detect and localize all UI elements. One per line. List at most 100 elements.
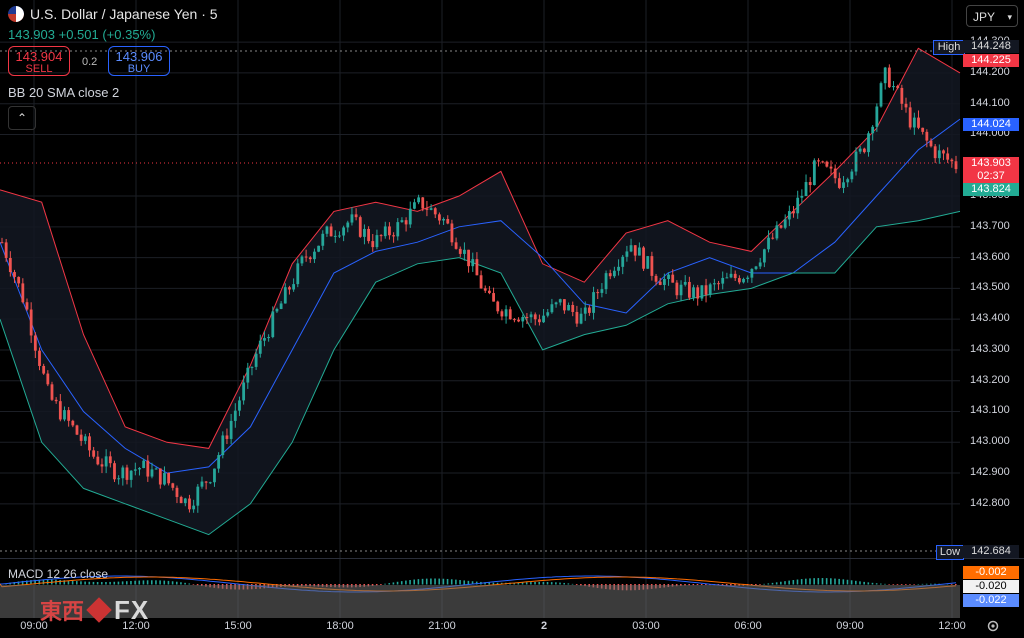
macd-histogram-bar	[388, 583, 391, 585]
candle-body	[617, 266, 620, 271]
indicator-legend[interactable]: BB 20 SMA close 2	[8, 85, 119, 100]
candle-body	[258, 340, 262, 354]
macd-histogram-bar	[534, 581, 536, 585]
macd-histogram-bar	[955, 584, 957, 585]
candle-body	[475, 259, 479, 276]
time-tick-label: 12:00	[122, 620, 150, 632]
macd-histogram-bar	[542, 581, 545, 585]
candle-body	[917, 117, 920, 128]
candle-body	[113, 463, 116, 480]
candle-body	[46, 373, 50, 385]
macd-histogram-bar	[84, 581, 86, 585]
macd-value-3: -0.022	[963, 594, 1019, 607]
candle-body	[746, 277, 750, 279]
candle-body	[308, 257, 312, 260]
macd-legend[interactable]: MACD 12 26 close	[8, 567, 108, 581]
candle-body	[554, 302, 558, 305]
candle-body	[92, 450, 96, 457]
candle-body	[862, 148, 866, 153]
candle-body	[642, 247, 645, 269]
sell-button[interactable]: 143.904 SELL	[8, 46, 70, 76]
candle-body	[946, 153, 950, 160]
macd-histogram-bar	[392, 582, 395, 585]
macd-histogram-bar	[530, 582, 532, 585]
candle-body	[517, 319, 520, 322]
candle-body	[833, 168, 837, 179]
candle-body	[150, 469, 154, 477]
macd-histogram-bar	[755, 584, 757, 586]
grid-lines	[0, 0, 960, 618]
candle-body	[275, 308, 279, 312]
candle-body	[667, 274, 670, 280]
macd-histogram-bar	[834, 578, 836, 585]
candle-body	[129, 470, 133, 480]
candle-body	[300, 256, 304, 264]
candle-body	[837, 178, 841, 188]
macd-histogram-bar	[71, 580, 74, 585]
macd-histogram-bar	[134, 580, 136, 585]
macd-histogram-bar	[575, 584, 578, 585]
macd-histogram-bar	[913, 584, 915, 585]
collapse-legend-button[interactable]: ⌃	[8, 106, 36, 130]
currency-select[interactable]: JPY ▾	[966, 5, 1018, 27]
candle-body	[42, 365, 46, 374]
macd-histogram-bar	[838, 578, 840, 585]
macd-histogram-bar	[384, 583, 386, 585]
candle-body	[350, 214, 354, 223]
macd-histogram-bar	[171, 581, 174, 585]
candle-body	[579, 313, 583, 324]
macd-histogram-bar	[75, 581, 78, 585]
candle-body	[796, 197, 800, 214]
candle-body	[192, 505, 196, 510]
candle-body	[563, 299, 566, 311]
candle-body	[900, 87, 904, 104]
macd-histogram-bar	[930, 583, 932, 585]
candle-body	[804, 182, 808, 197]
candle-body	[267, 337, 271, 339]
macd-histogram-bar	[950, 584, 953, 585]
candle-body	[367, 228, 371, 242]
candle-body	[17, 276, 21, 284]
candle-body	[821, 161, 825, 163]
macd-histogram-bar	[400, 581, 403, 585]
candle-body	[925, 131, 929, 141]
price-chart[interactable]	[0, 0, 1024, 638]
candle-body	[729, 273, 733, 278]
candle-body	[600, 289, 604, 293]
candle-body	[71, 420, 75, 426]
macd-histogram-bar	[830, 578, 832, 585]
macd-histogram-bar	[821, 578, 824, 585]
candle-body	[379, 235, 383, 237]
candle-body	[421, 197, 425, 209]
candle-body	[200, 481, 204, 487]
candle-body	[521, 316, 525, 322]
candle-body	[121, 467, 125, 479]
macd-histogram-bar	[525, 582, 528, 585]
chevron-up-icon: ⌃	[16, 111, 28, 125]
candle-body	[171, 483, 175, 488]
candle-body	[217, 455, 221, 469]
candle-body	[571, 304, 575, 312]
candle-body	[338, 235, 341, 237]
candle-body	[896, 85, 900, 88]
price-tick-label: 142.900	[970, 466, 1010, 479]
macd-histogram-bar	[805, 578, 807, 585]
candle-body	[513, 319, 516, 321]
candle-body	[158, 468, 162, 485]
symbol-title[interactable]: U.S. Dollar / Japanese Yen · 5	[8, 6, 218, 22]
candle-body	[4, 242, 8, 258]
gear-icon[interactable]	[986, 619, 1000, 633]
candle-body	[400, 220, 404, 223]
candle-body	[33, 335, 37, 351]
candle-body	[696, 287, 700, 299]
time-tick-label: 15:00	[224, 620, 252, 632]
candle-body	[721, 277, 725, 284]
candle-body	[879, 83, 883, 107]
candle-body	[683, 281, 687, 285]
macd-histogram-bar	[438, 578, 441, 585]
time-tick-label: 09:00	[836, 620, 864, 632]
buy-button[interactable]: 143.906 BUY	[108, 46, 170, 76]
macd-histogram-bar	[563, 582, 566, 585]
candle-body	[142, 460, 146, 469]
macd-histogram-bar	[863, 581, 865, 585]
